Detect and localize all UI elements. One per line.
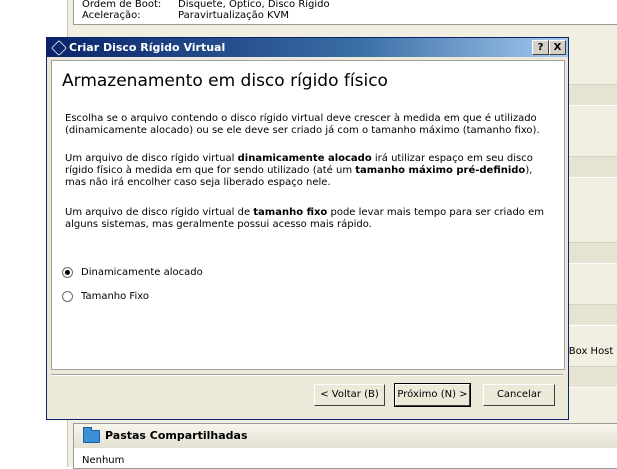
acceleration-key: Aceleração:	[82, 10, 141, 21]
create-virtual-disk-dialog: Criar Disco Rígido Virtual ? X Armazenam…	[46, 37, 569, 420]
virtualbox-icon	[51, 40, 67, 56]
section-header	[567, 366, 617, 388]
fixed-description: Um arquivo de disco rígido virtual de ta…	[65, 207, 555, 231]
radio-label[interactable]: Dinamicamente alocado	[81, 267, 203, 278]
help-button[interactable]: ?	[532, 40, 549, 55]
shared-folders-title[interactable]: Pastas Compartilhadas	[105, 429, 248, 442]
intro-paragraph: Escolha se o arquivo contendo o disco rí…	[65, 113, 540, 136]
page-title: Armazenamento em disco rígido físico	[62, 71, 388, 91]
acceleration-row: Aceleração: Paravirtualização KVM	[82, 10, 289, 21]
cancel-button[interactable]: Cancelar	[483, 384, 555, 406]
back-button[interactable]: < Voltar (B)	[314, 384, 385, 406]
bold-text: dinamicamente alocado	[237, 153, 372, 164]
boot-order-row: Ordem de Boot: Disquete, Óptico, Disco Rí…	[82, 0, 330, 10]
acceleration-value: Paravirtualização KVM	[178, 10, 290, 21]
section-header	[567, 304, 617, 326]
folder-icon	[83, 427, 100, 443]
divider	[51, 374, 563, 376]
dialog-titlebar[interactable]: Criar Disco Rígido Virtual ? X	[47, 38, 568, 57]
fixed-size-option[interactable]: Tamanho Fixo	[62, 289, 149, 303]
radio-button[interactable]	[62, 266, 73, 278]
bold-text: tamanho fixo	[253, 207, 328, 218]
radio-button[interactable]	[62, 290, 73, 302]
wizard-page: Armazenamento em disco rígido físico Esc…	[51, 60, 565, 370]
shared-folders-value: Nenhum	[82, 455, 125, 466]
dialog-title: Criar Disco Rígido Virtual	[69, 41, 226, 54]
boot-order-key: Ordem de Boot:	[82, 0, 162, 10]
shared-folders-section: Pastas Compartilhadas Nenhum	[73, 423, 617, 469]
section-header	[567, 156, 617, 178]
text-segment: Um arquivo de disco rígido virtual	[65, 153, 238, 164]
dynamic-allocated-option[interactable]: Dinamicamente alocado	[62, 265, 203, 279]
section-header	[567, 84, 617, 106]
dynamic-description: Um arquivo de disco rígido virtual dinam…	[65, 153, 555, 189]
text-segment: Um arquivo de disco rígido virtual de	[65, 207, 254, 218]
bold-text: tamanho máximo pré-definido	[355, 165, 526, 176]
section-header	[567, 242, 617, 264]
next-button[interactable]: Próximo (N) >	[394, 383, 471, 407]
vm-details-box: Ordem de Boot: Disquete, Óptico, Disco Rí…	[73, 0, 617, 25]
radio-label[interactable]: Tamanho Fixo	[81, 291, 149, 302]
boot-order-value: Disquete, Óptico, Disco Rígido	[178, 0, 330, 10]
vbox-host-text: lBox Host	[566, 346, 614, 357]
shared-folders-header: Pastas Compartilhadas	[74, 424, 617, 448]
close-button[interactable]: X	[549, 40, 566, 55]
